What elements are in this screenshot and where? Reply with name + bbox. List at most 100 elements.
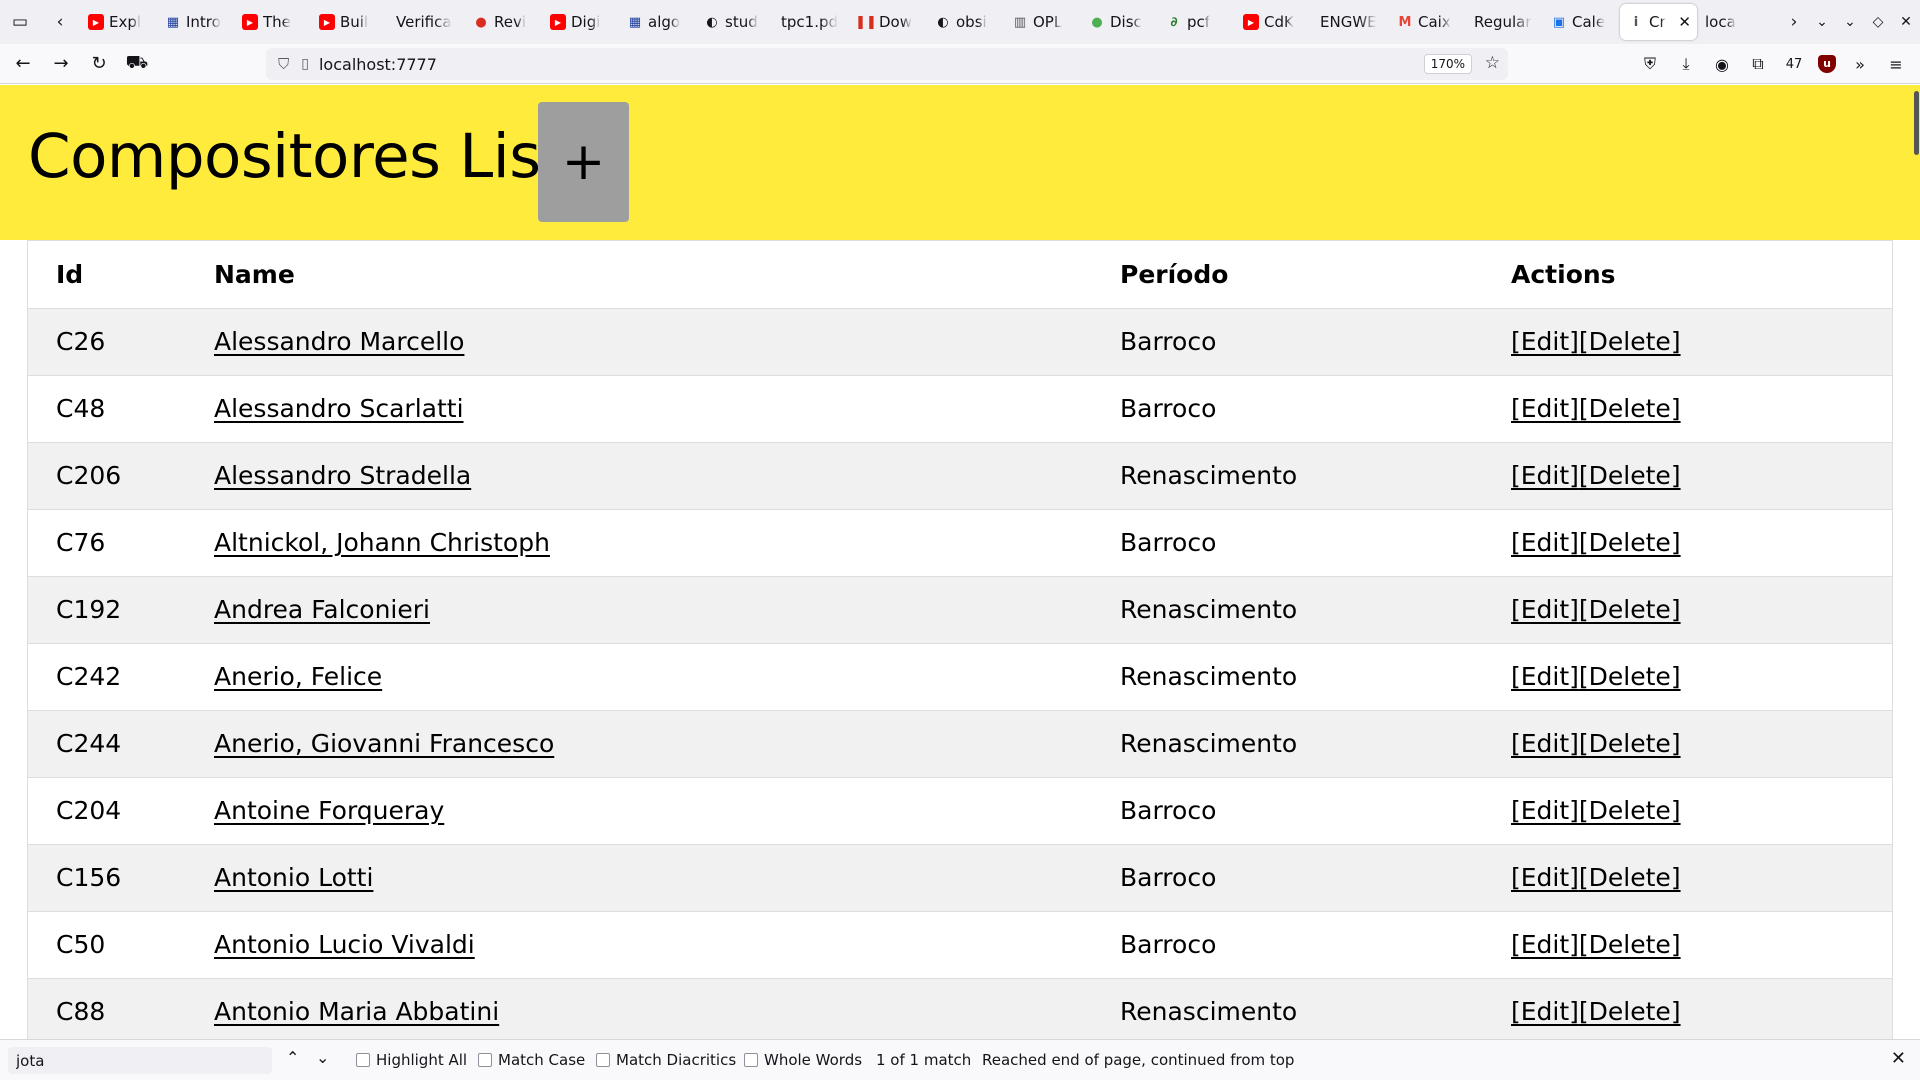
compositor-name-link[interactable]: Antoine Forqueray — [214, 796, 444, 825]
browser-tab[interactable]: ❚❚ Dow — [850, 4, 927, 40]
browser-tab[interactable]: ▦ Intro — [157, 4, 234, 40]
browser-tab[interactable]: ▶ The — [234, 4, 311, 40]
edit-link[interactable]: [Edit] — [1511, 997, 1579, 1026]
checkbox-icon[interactable] — [478, 1053, 492, 1067]
browser-tab[interactable]: ▶ Digi — [542, 4, 619, 40]
ublock-icon[interactable]: u — [1818, 55, 1836, 73]
checkbox-icon[interactable] — [356, 1053, 370, 1067]
compositor-name-link[interactable]: Alessandro Marcello — [214, 327, 464, 356]
browser-tab[interactable]: ▦ algo — [619, 4, 696, 40]
extension-icon[interactable]: ⛟ — [122, 49, 152, 79]
page-icon[interactable]: ▯ — [301, 56, 309, 72]
edit-link[interactable]: [Edit] — [1511, 863, 1579, 892]
bookmark-star-icon[interactable]: ☆ — [1485, 53, 1500, 73]
close-tab-icon[interactable]: ✕ — [1678, 13, 1691, 31]
edit-link[interactable]: [Edit] — [1511, 595, 1579, 624]
hamburger-menu-icon[interactable]: ≡ — [1884, 55, 1908, 74]
match-diacritics-checkbox[interactable]: Match Diacritics — [596, 1051, 736, 1069]
browser-tab[interactable]: ● Disc — [1081, 4, 1158, 40]
whole-words-checkbox[interactable]: Whole Words — [744, 1051, 862, 1069]
browser-tab[interactable]: ENGWE — [1312, 4, 1389, 40]
back-icon[interactable]: ← — [8, 49, 38, 79]
table-body: C26 Alessandro Marcello Barroco [Edit][Dele… — [28, 308, 1892, 1039]
browser-tab[interactable]: M Caix — [1389, 4, 1466, 40]
browser-tab[interactable]: ▶ Expl — [80, 4, 157, 40]
edit-link[interactable]: [Edit] — [1511, 394, 1579, 423]
browser-tab[interactable]: ◐ obsi — [927, 4, 1004, 40]
delete-link[interactable]: [Delete] — [1579, 997, 1681, 1026]
compositor-name-link[interactable]: Antonio Lotti — [214, 863, 373, 892]
browser-tab[interactable]: i Cr ✕ — [1620, 4, 1697, 40]
list-all-tabs-icon[interactable]: ⌄ — [1808, 14, 1836, 30]
delete-link[interactable]: [Delete] — [1579, 796, 1681, 825]
scrollbar-thumb[interactable] — [1914, 91, 1919, 155]
edit-link[interactable]: [Edit] — [1511, 930, 1579, 959]
browser-tab-label: OPL — [1033, 13, 1063, 31]
delete-link[interactable]: [Delete] — [1579, 729, 1681, 758]
edit-link[interactable]: [Edit] — [1511, 729, 1579, 758]
delete-link[interactable]: [Delete] — [1579, 394, 1681, 423]
edit-link[interactable]: [Edit] — [1511, 796, 1579, 825]
tab-list-icon[interactable]: ▭ — [0, 0, 40, 44]
downloads-icon[interactable]: ⤓ — [1674, 54, 1698, 74]
restore-icon[interactable]: ◇ — [1864, 14, 1892, 30]
compositor-name-link[interactable]: Andrea Falconieri — [214, 595, 430, 624]
pocket-icon[interactable]: ⛨ — [1638, 54, 1662, 74]
browser-tab[interactable]: Regular — [1466, 4, 1543, 40]
minimize-icon[interactable]: ⌄ — [1836, 14, 1864, 30]
browser-tab[interactable]: ● Revi — [465, 4, 542, 40]
browser-tab[interactable]: tpc1.pd — [773, 4, 850, 40]
browser-tab[interactable]: loca — [1697, 4, 1774, 40]
compositor-name-link[interactable]: Antonio Lucio Vivaldi — [214, 930, 475, 959]
reload-icon[interactable]: ↻ — [84, 49, 114, 79]
edit-link[interactable]: [Edit] — [1511, 461, 1579, 490]
compositor-name-link[interactable]: Alessandro Scarlatti — [214, 394, 464, 423]
browser-tab[interactable]: ◐ stud — [696, 4, 773, 40]
find-previous-icon[interactable]: ⌃ — [286, 1048, 299, 1067]
compositor-name-link[interactable]: Antonio Maria Abbatini — [214, 997, 499, 1026]
url-bar[interactable]: ⛉ ▯ localhost:7777 170% ☆ — [266, 48, 1508, 80]
scroll-tabs-left-icon[interactable]: ‹ — [40, 0, 80, 44]
zoom-indicator[interactable]: 170% — [1423, 54, 1472, 74]
overflow-menu-icon[interactable]: » — [1848, 55, 1872, 74]
compositor-name-link[interactable]: Anerio, Felice — [214, 662, 382, 691]
highlight-all-checkbox[interactable]: Highlight All — [356, 1051, 467, 1069]
match-case-checkbox[interactable]: Match Case — [478, 1051, 585, 1069]
delete-link[interactable]: [Delete] — [1579, 528, 1681, 557]
delete-link[interactable]: [Delete] — [1579, 327, 1681, 356]
checkbox-icon[interactable] — [744, 1053, 758, 1067]
browser-tab[interactable]: ▶ CdK — [1235, 4, 1312, 40]
browser-tab[interactable]: Verifica — [388, 4, 465, 40]
compositor-name-link[interactable]: Alessandro Stradella — [214, 461, 471, 490]
compositor-name-link[interactable]: Anerio, Giovanni Francesco — [214, 729, 554, 758]
edit-link[interactable]: [Edit] — [1511, 528, 1579, 557]
browser-tab-label: Intro — [186, 13, 221, 31]
close-findbar-icon[interactable]: ✕ — [1891, 1048, 1906, 1069]
delete-link[interactable]: [Delete] — [1579, 863, 1681, 892]
browser-tab[interactable]: ▶ Buil — [311, 4, 388, 40]
account-icon[interactable]: ◉ — [1710, 55, 1734, 74]
extension-badge-count[interactable]: 47 — [1782, 57, 1806, 72]
delete-link[interactable]: [Delete] — [1579, 930, 1681, 959]
browser-tab[interactable]: ∂ pcf — [1158, 4, 1235, 40]
page-scrollbar[interactable] — [1912, 85, 1920, 1039]
add-compositor-button[interactable]: + — [538, 102, 629, 222]
edit-link[interactable]: [Edit] — [1511, 662, 1579, 691]
forward-icon[interactable]: → — [46, 49, 76, 79]
browser-tab[interactable]: ▣ Cale — [1543, 4, 1620, 40]
edit-link[interactable]: [Edit] — [1511, 327, 1579, 356]
cell-name: Antonio Maria Abbatini — [214, 978, 1120, 1039]
browser-tab-label: Revi — [494, 13, 527, 31]
delete-link[interactable]: [Delete] — [1579, 461, 1681, 490]
find-input[interactable] — [8, 1047, 272, 1074]
browser-tab[interactable]: ▥ OPL — [1004, 4, 1081, 40]
delete-link[interactable]: [Delete] — [1579, 595, 1681, 624]
find-next-icon[interactable]: ⌄ — [316, 1048, 329, 1067]
compositor-name-link[interactable]: Altnickol, Johann Christoph — [214, 528, 550, 557]
close-window-icon[interactable]: ✕ — [1892, 14, 1920, 30]
checkbox-icon[interactable] — [596, 1053, 610, 1067]
delete-link[interactable]: [Delete] — [1579, 662, 1681, 691]
shield-icon[interactable]: ⛉ — [278, 55, 289, 73]
extensions-icon[interactable]: ⧉ — [1746, 54, 1770, 74]
url-text[interactable]: localhost:7777 — [319, 55, 437, 74]
